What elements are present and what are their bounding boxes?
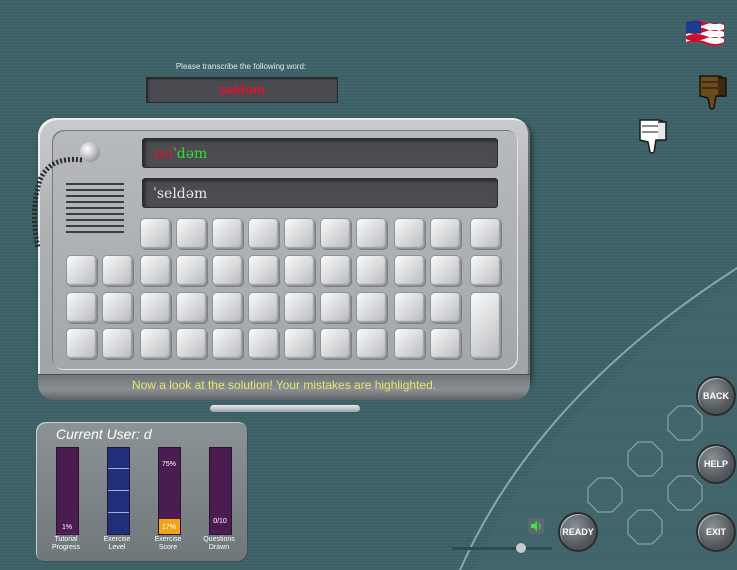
volume-slider[interactable] <box>452 547 552 550</box>
back-button[interactable]: BACK <box>696 376 736 416</box>
solution-display: selˈdəm <box>142 138 498 168</box>
bar-fill <box>57 533 78 534</box>
questions-drawn-label: Questions Drawn <box>203 536 235 551</box>
answer-display: ˈseldəm <box>142 178 498 208</box>
speaker-icon[interactable] <box>528 518 544 534</box>
phonetic-key[interactable] <box>320 255 351 286</box>
device-knob <box>80 142 100 162</box>
phonetic-key[interactable] <box>102 255 133 286</box>
phonetic-key[interactable] <box>284 218 315 249</box>
phonetic-key[interactable] <box>140 292 171 323</box>
phonetic-key[interactable] <box>320 328 351 359</box>
thumbs-down-icon[interactable] <box>696 72 730 112</box>
phonetic-key[interactable] <box>176 255 207 286</box>
phonetic-key[interactable] <box>248 328 279 359</box>
phonetic-key[interactable] <box>248 292 279 323</box>
phonetic-key[interactable] <box>284 255 315 286</box>
phonetic-key[interactable] <box>176 218 207 249</box>
phonetic-key[interactable] <box>356 255 387 286</box>
thumbs-up-icon[interactable] <box>636 116 670 156</box>
phonetic-key[interactable] <box>140 255 171 286</box>
phonetic-key[interactable] <box>212 328 243 359</box>
tutorial-progress-bar <box>56 447 79 535</box>
phonetic-key[interactable] <box>320 292 351 323</box>
phonetic-key[interactable] <box>66 255 97 286</box>
questions-drawn-value: 0/10 <box>213 518 227 525</box>
ready-button[interactable]: READY <box>558 512 598 552</box>
phonetic-key[interactable] <box>248 218 279 249</box>
phonetic-key[interactable] <box>212 292 243 323</box>
exit-button[interactable]: EXIT <box>696 512 736 552</box>
phonetic-key[interactable] <box>356 292 387 323</box>
exercise-level-label: Exercise Level <box>103 536 131 551</box>
phonetic-key[interactable] <box>102 328 133 359</box>
exercise-score-top-value: 75% <box>161 461 176 468</box>
exercise-score-value: 17% <box>161 524 176 531</box>
help-button[interactable]: HELP <box>696 444 736 484</box>
phonetic-key[interactable] <box>140 218 171 249</box>
exercise-score-label: Exercise Score <box>154 536 182 551</box>
exercise-level-bar <box>107 447 130 535</box>
phonetic-key[interactable] <box>102 292 133 323</box>
phonetic-key[interactable] <box>66 328 97 359</box>
bar-fill <box>108 448 129 534</box>
phonetic-key[interactable] <box>176 328 207 359</box>
tutorial-progress-value: 1% <box>61 524 73 531</box>
speaker-grille-icon <box>66 183 124 233</box>
target-word: seldom <box>146 77 338 103</box>
phonetic-key[interactable] <box>356 328 387 359</box>
us-flag-icon[interactable] <box>684 18 726 48</box>
device-slot <box>210 405 360 412</box>
phonetic-key[interactable] <box>320 218 351 249</box>
phonetic-key[interactable] <box>212 218 243 249</box>
phonetic-key[interactable] <box>248 255 279 286</box>
tutorial-progress-label: Tutorial Progress <box>51 536 80 551</box>
prompt-label: Please transcribe the following word: <box>175 62 307 71</box>
phonetic-key[interactable] <box>356 218 387 249</box>
phonetic-key[interactable] <box>140 328 171 359</box>
volume-slider-thumb[interactable] <box>516 543 526 553</box>
phonetic-key[interactable] <box>176 292 207 323</box>
phonetic-key[interactable] <box>284 292 315 323</box>
error-segment: sel <box>153 146 173 162</box>
phonetic-key[interactable] <box>212 255 243 286</box>
phonetic-key[interactable] <box>284 328 315 359</box>
phonetic-key[interactable] <box>66 292 97 323</box>
current-user-title: Current User: d <box>56 426 152 442</box>
correct-segment: ˈdəm <box>172 146 208 162</box>
